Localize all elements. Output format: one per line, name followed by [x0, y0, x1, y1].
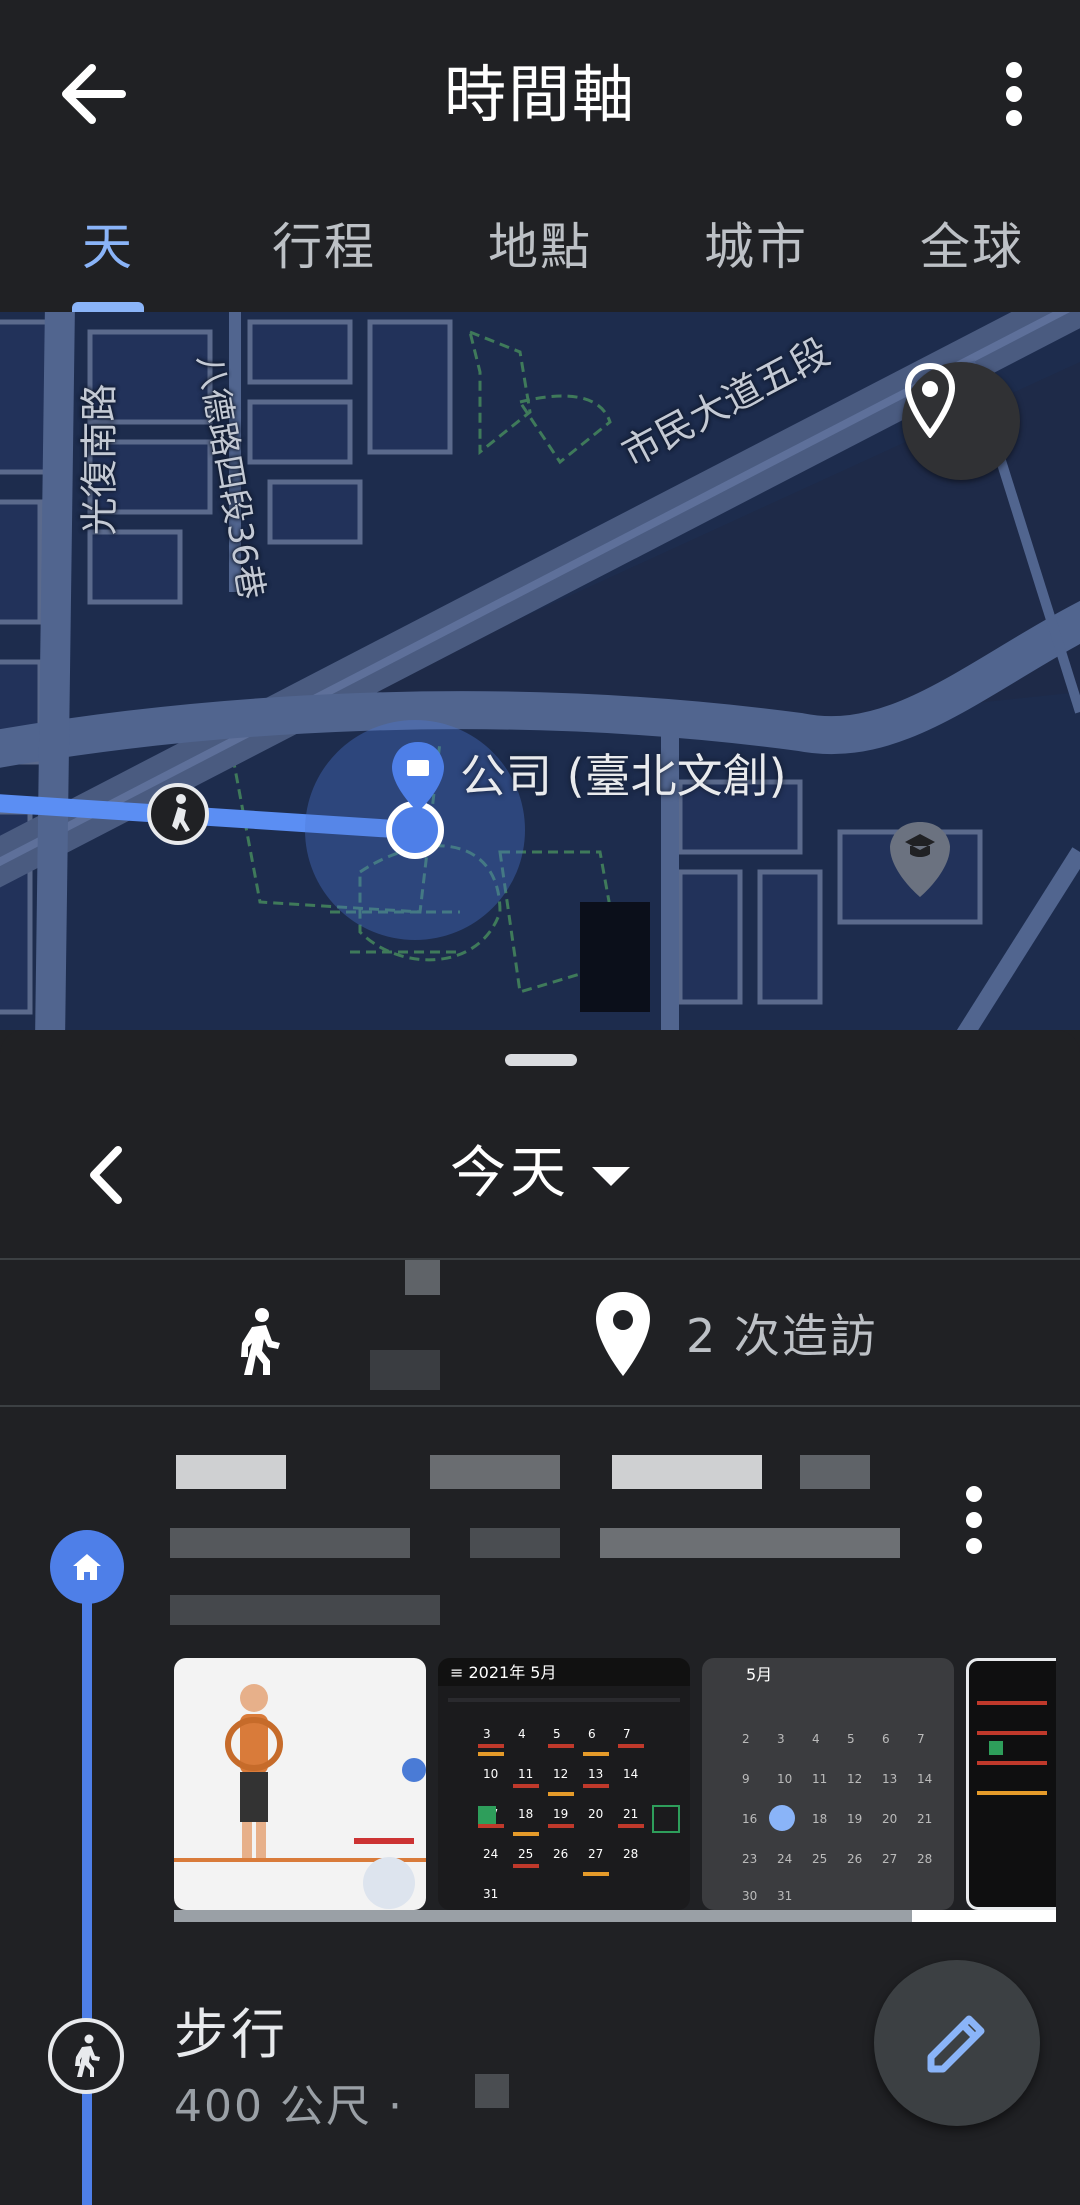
svg-text:6: 6	[588, 1727, 596, 1741]
calendar-image: ≡ 2021年 5月 34567 1011121314 1718192021 2…	[438, 1658, 690, 1901]
app-bar: 時間軸	[0, 0, 1080, 175]
svg-text:13: 13	[588, 1767, 603, 1781]
day-selector[interactable]: 今天	[0, 1128, 1080, 1209]
svg-text:14: 14	[623, 1767, 638, 1781]
svg-text:19: 19	[847, 1812, 862, 1826]
svg-text:6: 6	[882, 1732, 890, 1746]
home-icon	[50, 1530, 124, 1604]
bottom-sheet: 今天 2 次造訪 ≡ 2021年 5月 3 4 5 6 7 10 11 12 1…	[0, 1030, 1080, 2205]
svg-text:25: 25	[812, 1852, 827, 1866]
svg-text:20: 20	[588, 1807, 603, 1821]
walk-entry-distance: 400 公尺 ·	[174, 2081, 404, 2132]
places-button[interactable]	[902, 362, 1020, 480]
svg-text:27: 27	[882, 1852, 897, 1866]
svg-text:7: 7	[917, 1732, 925, 1746]
svg-text:12: 12	[553, 1767, 568, 1781]
more-vert-icon	[966, 1486, 982, 1554]
photo-thumbnail[interactable]: 5月 234567 9 10 11 12 13 14 16 18 19 20 21 23 24 25 2…	[702, 1658, 954, 1910]
svg-text:31: 31	[483, 1887, 498, 1901]
svg-text:25: 25	[518, 1847, 533, 1861]
svg-text:27: 27	[588, 1847, 603, 1861]
place-pin-icon	[904, 362, 956, 438]
caret-down-icon	[592, 1167, 630, 1187]
svg-text:21: 21	[917, 1812, 932, 1826]
map-view[interactable]: 光復南路 八德路四段36巷 市民大道五段 公司 (臺北文創)	[0, 312, 1080, 1030]
day-summary: 2 次造訪	[0, 1260, 1080, 1435]
svg-text:4: 4	[812, 1732, 820, 1746]
photo-strip-scrollbar[interactable]	[174, 1910, 1056, 1922]
exercise-image	[174, 1684, 426, 1909]
svg-text:26: 26	[553, 1847, 568, 1861]
svg-text:9: 9	[742, 1772, 750, 1786]
tab-cities[interactable]: 城市	[648, 175, 864, 312]
tab-places[interactable]: 地點	[432, 175, 648, 312]
entry-more-button[interactable]	[960, 1480, 988, 1560]
svg-text:5: 5	[847, 1732, 855, 1746]
svg-text:19: 19	[553, 1807, 568, 1821]
redacted-block	[370, 1350, 440, 1390]
svg-text:18: 18	[812, 1812, 827, 1826]
day-label: 今天	[450, 1141, 570, 1206]
more-options-button[interactable]	[984, 52, 1044, 136]
svg-text:24: 24	[483, 1847, 498, 1861]
svg-text:10: 10	[777, 1772, 792, 1786]
svg-text:30: 30	[742, 1889, 757, 1903]
timeline-line	[82, 1555, 92, 2205]
svg-text:16: 16	[742, 1812, 757, 1826]
svg-text:7: 7	[623, 1727, 631, 1741]
svg-text:2: 2	[742, 1732, 750, 1746]
svg-text:28: 28	[917, 1852, 932, 1866]
photo-thumbnail[interactable]	[174, 1658, 426, 1910]
svg-text:26: 26	[847, 1852, 862, 1866]
edit-button[interactable]	[874, 1960, 1040, 2126]
svg-text:28: 28	[623, 1847, 638, 1861]
svg-text:4: 4	[518, 1727, 526, 1741]
svg-text:14: 14	[917, 1772, 932, 1786]
page-title: 時間軸	[443, 58, 636, 131]
svg-text:12: 12	[847, 1772, 862, 1786]
place-pin-icon	[596, 1292, 650, 1376]
edit-pencil-icon	[927, 2015, 985, 2073]
svg-text:11: 11	[812, 1772, 827, 1786]
walk-entry-title[interactable]: 步行	[174, 1990, 288, 2069]
svg-text:24: 24	[777, 1852, 792, 1866]
photo-thumbnail[interactable]: ≡ 2021年 5月 34567 1011121314 1718192021 2…	[438, 1658, 690, 1910]
tab-bar: 天 行程 地點 城市 全球	[0, 175, 1080, 312]
scrollbar-thumb[interactable]	[174, 1910, 912, 1922]
svg-text:3: 3	[483, 1727, 491, 1741]
calendar-gray-image: 5月 234567 9 10 11 12 13 14 16 18 19 20 21 23 24 25 2…	[742, 1665, 932, 1903]
tab-world[interactable]: 全球	[864, 175, 1080, 312]
svg-text:5: 5	[553, 1727, 561, 1741]
walk-icon	[48, 2018, 124, 2094]
calendar-header: 5月	[746, 1665, 772, 1684]
calendar-header: ≡ 2021年 5月	[450, 1663, 556, 1682]
svg-text:23: 23	[742, 1852, 757, 1866]
calendar-partial-image	[977, 1701, 1047, 1795]
divider	[0, 1405, 1080, 1407]
svg-text:21: 21	[623, 1807, 638, 1821]
more-vert-icon	[1006, 62, 1022, 126]
redacted-block	[405, 1260, 440, 1295]
redacted-block	[475, 2074, 509, 2108]
photo-thumbnail[interactable]	[966, 1658, 1056, 1910]
tab-day[interactable]: 天	[0, 175, 216, 312]
street-label: 光復南路	[77, 383, 122, 536]
svg-text:20: 20	[882, 1812, 897, 1826]
svg-text:3: 3	[777, 1732, 785, 1746]
svg-text:10: 10	[483, 1767, 498, 1781]
svg-text:13: 13	[882, 1772, 897, 1786]
place-label[interactable]: 公司 (臺北文創)	[460, 740, 787, 806]
tab-trips[interactable]: 行程	[216, 175, 432, 312]
photo-strip[interactable]: ≡ 2021年 5月 34567 1011121314 1718192021 2…	[174, 1658, 1056, 1910]
visits-count: 2 次造訪	[686, 1309, 878, 1363]
svg-text:18: 18	[518, 1807, 533, 1821]
svg-text:11: 11	[518, 1767, 533, 1781]
svg-text:31: 31	[777, 1889, 792, 1903]
drag-handle[interactable]	[505, 1054, 577, 1066]
walk-icon	[241, 1308, 280, 1375]
